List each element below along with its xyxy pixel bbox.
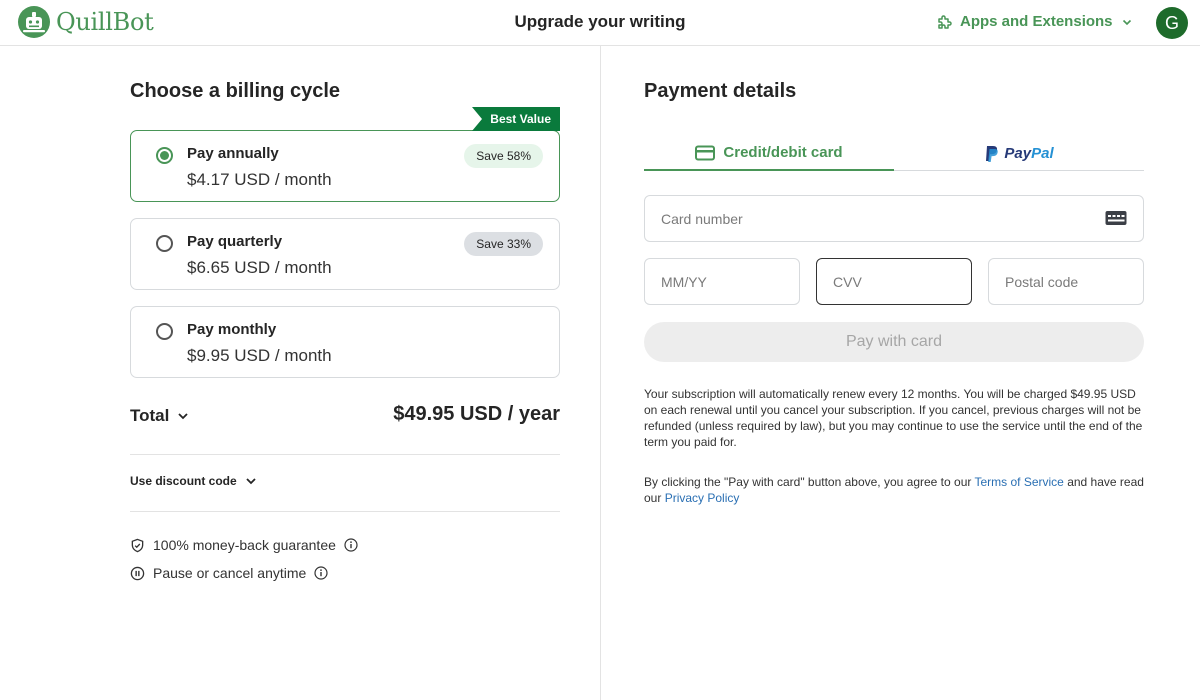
plan-name: Pay monthly: [187, 321, 277, 338]
postal-code-field[interactable]: [988, 258, 1144, 305]
agreement-prefix: By clicking the "Pay with card" button a…: [644, 475, 975, 489]
total-label: Total: [130, 406, 170, 425]
agreement-text: By clicking the "Pay with card" button a…: [644, 474, 1144, 506]
divider: [130, 454, 560, 455]
plan-price: $9.95 USD / month: [187, 346, 332, 365]
pay-with-card-button[interactable]: Pay with card: [644, 322, 1144, 362]
divider: [130, 511, 560, 512]
pause-cancel-anytime: Pause or cancel anytime: [130, 565, 328, 581]
postal-code-input[interactable]: [989, 259, 1143, 304]
chevron-down-icon: [246, 478, 256, 485]
puzzle-icon: [938, 14, 952, 29]
plan-quarterly-option[interactable]: Pay quarterly $6.65 USD / month Save 33%: [130, 218, 560, 290]
card-number-input[interactable]: [645, 196, 1143, 241]
cvv-input[interactable]: [817, 259, 971, 304]
guarantee-text: Pause or cancel anytime: [153, 565, 307, 581]
discount-code-toggle[interactable]: Use discount code: [130, 474, 257, 488]
apps-and-extensions-menu[interactable]: Apps and Extensions: [936, 13, 1141, 30]
radio-button[interactable]: [156, 323, 173, 340]
brand-name: QuillBot: [56, 8, 154, 36]
money-back-guarantee: 100% money-back guarantee: [130, 537, 358, 553]
shield-check-icon: [131, 538, 144, 552]
expiry-input[interactable]: [645, 259, 799, 304]
cvv-field[interactable]: [816, 258, 972, 305]
card-brand-icon: [1105, 211, 1127, 225]
renewal-notice: Your subscription will automatically ren…: [644, 387, 1143, 449]
tab-label: Credit/debit card: [723, 144, 843, 161]
credit-card-icon: [695, 145, 716, 160]
privacy-policy-link[interactable]: Privacy Policy: [665, 491, 740, 505]
expiry-field[interactable]: [644, 258, 800, 305]
info-icon[interactable]: [344, 538, 358, 552]
paypal-logo-icon: [986, 145, 999, 162]
plan-monthly-option[interactable]: Pay monthly $9.95 USD / month: [130, 306, 560, 378]
user-avatar[interactable]: G: [1156, 7, 1188, 39]
plan-name: Pay annually: [187, 145, 279, 162]
paypal-wordmark: PayPal: [1004, 145, 1054, 162]
payment-details-title: Payment details: [644, 80, 797, 102]
payment-method-tabs: Credit/debit card PayPal: [644, 136, 1144, 171]
guarantee-text: 100% money-back guarantee: [153, 537, 336, 553]
card-number-field[interactable]: [644, 195, 1144, 242]
column-divider: [600, 46, 601, 700]
info-icon[interactable]: [314, 566, 328, 580]
plan-annual-option[interactable]: Pay annually $4.17 USD / month Save 58%: [130, 130, 560, 202]
quillbot-logo[interactable]: QuillBot: [18, 6, 154, 38]
best-value-ribbon: Best Value: [472, 107, 560, 131]
tab-paypal[interactable]: PayPal: [894, 136, 1144, 171]
billing-cycle-title: Choose a billing cycle: [130, 80, 341, 102]
plan-price: $6.65 USD / month: [187, 258, 332, 277]
chevron-down-icon: [1122, 19, 1131, 25]
tab-credit-debit-card[interactable]: Credit/debit card: [644, 136, 894, 171]
chevron-down-icon: [178, 413, 188, 420]
plan-name: Pay quarterly: [187, 233, 283, 250]
radio-button[interactable]: [156, 235, 173, 252]
total-price: $49.95 USD / year: [393, 403, 560, 425]
discount-code-label: Use discount code: [130, 474, 237, 488]
savings-badge: Save 58%: [464, 144, 543, 168]
apps-and-extensions-label: Apps and Extensions: [960, 13, 1113, 30]
plan-price: $4.17 USD / month: [187, 170, 332, 189]
quillbot-logo-icon: [18, 6, 50, 38]
top-header: QuillBot Upgrade your writing Apps and E…: [0, 0, 1200, 46]
radio-button-selected[interactable]: [156, 147, 173, 164]
pause-circle-icon: [130, 566, 145, 580]
terms-of-service-link[interactable]: Terms of Service: [975, 475, 1064, 489]
total-toggle[interactable]: Total: [130, 406, 189, 426]
savings-badge: Save 33%: [464, 232, 543, 256]
